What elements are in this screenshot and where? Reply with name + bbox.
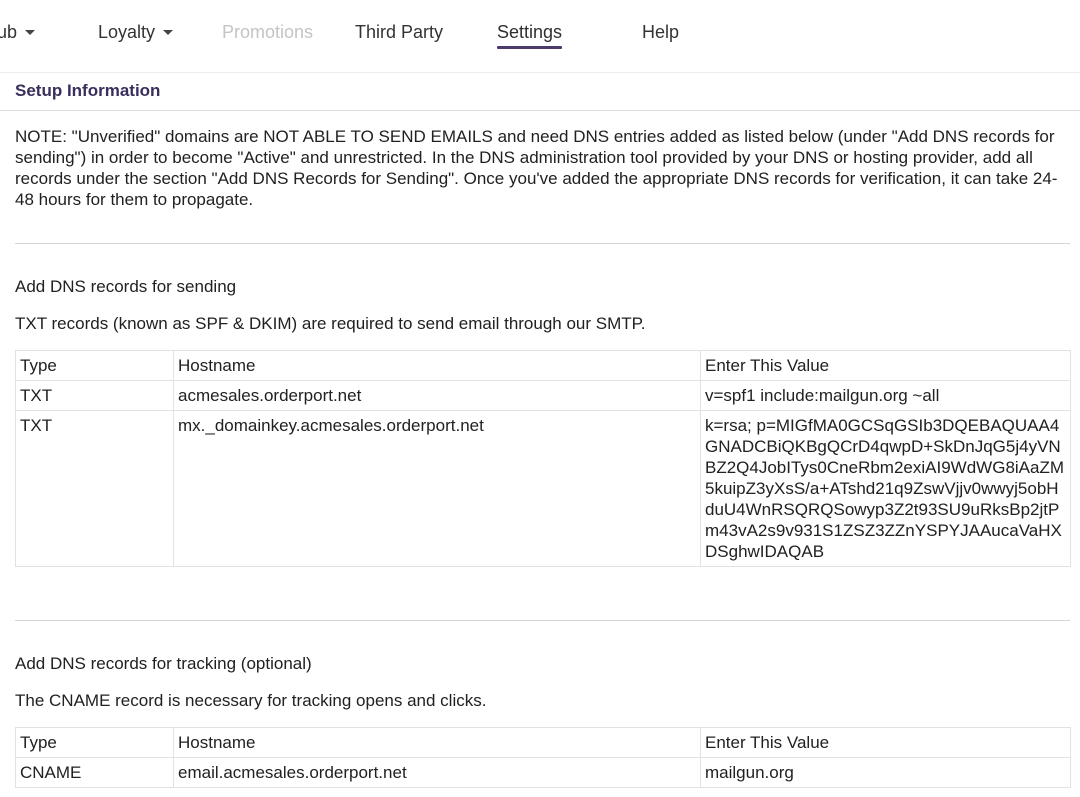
nav-item-label: Promotions: [222, 22, 314, 42]
column-header-value: Enter This Value: [700, 727, 1071, 758]
record-type: TXT: [15, 380, 174, 411]
record-value[interactable]: v=spf1 include:mailgun.org ~all: [700, 380, 1071, 411]
nav-item-settings[interactable]: Settings: [497, 21, 563, 49]
table-row: CNAME email.acmesales.orderport.net mail…: [15, 757, 1071, 788]
record-type: CNAME: [15, 757, 174, 788]
chevron-down-icon: [163, 30, 174, 35]
sending-description: TXT records (known as SPF & DKIM) are re…: [15, 314, 646, 333]
record-hostname[interactable]: mx._domainkey.acmesales.orderport.net: [173, 410, 701, 567]
column-header-hostname: Hostname: [173, 727, 701, 758]
nav-item-label: Third Party: [355, 22, 444, 42]
nav-item-label: Help: [642, 22, 680, 42]
sending-dns-table: Type Hostname Enter This Value TXT acmes…: [15, 350, 1071, 567]
nav-item-loyalty[interactable]: Loyalty: [98, 21, 174, 43]
record-value[interactable]: mailgun.org: [700, 757, 1071, 788]
nav-item-label: ub: [0, 22, 18, 42]
column-header-type: Type: [15, 350, 174, 381]
table-header-row: Type Hostname Enter This Value: [15, 727, 1071, 758]
active-tab-indicator: [497, 46, 563, 49]
record-value[interactable]: k=rsa; p=MIGfMA0GCSqGSIb3DQEBAQUAA4GNADC…: [700, 410, 1071, 567]
table-row: TXT acmesales.orderport.net v=spf1 inclu…: [15, 380, 1071, 411]
nav-item-club[interactable]: ub: [0, 21, 36, 43]
sending-heading: Add DNS records for sending: [15, 277, 237, 296]
page-title: Setup Information: [15, 81, 161, 100]
nav-item-label: Loyalty: [98, 22, 156, 42]
record-hostname[interactable]: acmesales.orderport.net: [173, 380, 701, 411]
divider: [15, 243, 1070, 244]
divider: [0, 110, 1080, 111]
table-row: TXT mx._domainkey.acmesales.orderport.ne…: [15, 410, 1071, 567]
tracking-heading: Add DNS records for tracking (optional): [15, 654, 312, 673]
table-header-row: Type Hostname Enter This Value: [15, 350, 1071, 381]
column-header-value: Enter This Value: [700, 350, 1071, 381]
nav-item-label: Settings: [497, 22, 563, 42]
tracking-dns-table: Type Hostname Enter This Value CNAME ema…: [15, 727, 1071, 788]
verification-note: NOTE: "Unverified" domains are NOT ABLE …: [15, 127, 1058, 209]
column-header-hostname: Hostname: [173, 350, 701, 381]
record-type: TXT: [15, 410, 174, 567]
tracking-description: The CNAME record is necessary for tracki…: [15, 691, 487, 710]
nav-item-promotions: Promotions: [222, 21, 313, 43]
chevron-down-icon: [25, 30, 36, 35]
divider: [15, 620, 1070, 621]
column-header-type: Type: [15, 727, 174, 758]
top-navigation: ub Loyalty Promotions Third Party Settin…: [0, 0, 1080, 73]
nav-item-third-party[interactable]: Third Party: [355, 21, 443, 43]
nav-item-help[interactable]: Help: [642, 21, 679, 43]
record-hostname[interactable]: email.acmesales.orderport.net: [173, 757, 701, 788]
